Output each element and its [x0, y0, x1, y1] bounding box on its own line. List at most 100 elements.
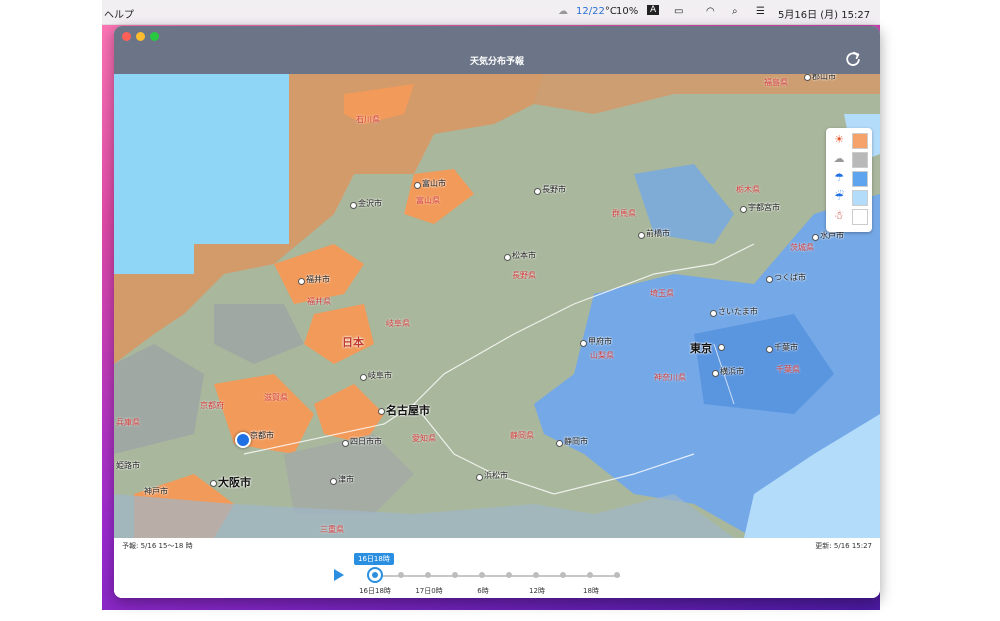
city-marker	[710, 310, 717, 317]
pref-label: 岐阜県	[386, 319, 410, 328]
battery-icon[interactable]: ▭	[674, 6, 683, 17]
timeline-label: 16日18時	[359, 587, 391, 595]
city-label: 金沢市	[358, 199, 382, 208]
city-marker	[718, 344, 725, 351]
timeline-step[interactable]	[479, 572, 485, 578]
legend-row-cloudy: ☁	[830, 150, 870, 168]
clock[interactable]: 5月16日 (月) 15:27	[778, 6, 870, 21]
timeline-step[interactable]	[533, 572, 539, 578]
play-button[interactable]	[334, 569, 344, 581]
help-menu[interactable]: ヘルプ	[104, 6, 134, 21]
legend-row-snow: ☃	[830, 207, 870, 225]
city-label: 宇都宮市	[748, 203, 780, 212]
city-marker	[766, 346, 773, 353]
city-label: さいたま市	[718, 307, 758, 316]
snowman-icon: ☃	[834, 209, 844, 222]
city-label: 福井市	[306, 275, 330, 284]
city-marker	[378, 408, 385, 415]
pref-label: 三重県	[320, 525, 344, 534]
pref-label: 埼玉県	[650, 289, 674, 298]
city-label: 四日市市	[350, 437, 382, 446]
input-mode-indicator[interactable]: A	[647, 5, 660, 15]
current-time-bubble: 16日18時	[354, 553, 394, 565]
forecast-period: 予報: 5/16 15〜18 時	[122, 542, 193, 550]
timeline-step[interactable]	[614, 572, 620, 578]
pref-label: 福井県	[307, 297, 331, 306]
city-marker	[712, 370, 719, 377]
pref-label: 滋賀県	[264, 393, 288, 402]
close-window-button[interactable]	[122, 32, 131, 41]
city-marker	[350, 202, 357, 209]
map-canvas	[114, 74, 880, 538]
pref-label: 京都府	[200, 401, 224, 410]
city-marker	[812, 234, 819, 241]
legend-swatch	[852, 152, 868, 168]
city-label: 姫路市	[116, 461, 140, 470]
control-center-icon[interactable]: ☰	[756, 6, 765, 17]
weather-legend: ☀ ☁ ☂ ☔ ☃	[826, 128, 872, 232]
city-marker	[556, 440, 563, 447]
city-marker	[740, 206, 747, 213]
timeline-step[interactable]	[398, 572, 404, 578]
city-label: 岐阜市	[368, 371, 392, 380]
pref-label: 兵庫県	[116, 418, 140, 427]
title-bar: 天気分布予報	[114, 26, 880, 74]
pref-label: 富山県	[416, 196, 440, 205]
weather-map[interactable]: 福島県 石川県 富山県 栃木県 群馬県 茨城県 福井県 長野県 埼玉県 岐阜県 …	[114, 74, 880, 538]
pref-label: 石川県	[356, 115, 380, 124]
updated-time: 更新: 5/16 15:27	[815, 542, 872, 550]
city-marker	[804, 74, 811, 81]
city-marker	[330, 478, 337, 485]
timeline-track[interactable]	[374, 575, 620, 577]
app-window: 天気分布予報 福島県 石川県 富山県 栃木県 群馬県 茨城県 福井県 長野県 埼…	[114, 26, 880, 598]
pref-label: 神奈川県	[654, 373, 686, 382]
timeline-step[interactable]	[425, 572, 431, 578]
pref-label: 静岡県	[510, 431, 534, 440]
timeline-panel: 予報: 5/16 15〜18 時 更新: 5/16 15:27 16日18時 1…	[114, 538, 880, 598]
city-marker	[360, 374, 367, 381]
timeline-step[interactable]	[560, 572, 566, 578]
timeline-step[interactable]	[506, 572, 512, 578]
refresh-icon[interactable]	[844, 50, 862, 68]
search-icon[interactable]: ⌕	[732, 6, 738, 17]
city-label: 長野市	[542, 185, 566, 194]
city-marker	[210, 480, 217, 487]
big-city-label: 大阪市	[218, 476, 251, 489]
pref-label: 栃木県	[736, 185, 760, 194]
timeline-step[interactable]	[452, 572, 458, 578]
pref-label: 愛知県	[412, 434, 436, 443]
pref-label: 群馬県	[612, 209, 636, 218]
city-marker	[638, 232, 645, 239]
window-title: 天気分布予報	[469, 57, 524, 67]
legend-swatch	[852, 190, 868, 206]
zoom-window-button[interactable]	[150, 32, 159, 41]
pref-label: 千葉県	[776, 365, 800, 374]
menu-bar: ヘルプ ☁ 12/22°C 10% A ▭ ◠ ⌕ ☰ 5月16日 (月) 15…	[102, 0, 880, 25]
city-label: 浜松市	[484, 471, 508, 480]
timeline-step[interactable]	[587, 572, 593, 578]
city-label: つくば市	[774, 273, 806, 282]
wifi-icon[interactable]: ◠	[706, 6, 715, 17]
legend-row-light-rain: ☔	[830, 188, 870, 206]
legend-swatch	[852, 171, 868, 187]
pref-label: 福島県	[764, 78, 788, 87]
weather-readout[interactable]: 12/22°C	[576, 6, 617, 17]
legend-row-sunny: ☀	[830, 131, 870, 149]
city-label: 甲府市	[588, 337, 612, 346]
legend-swatch	[852, 209, 868, 225]
weather-lo-hi: 12/22	[576, 6, 605, 17]
city-label: 横浜市	[720, 367, 744, 376]
humidity-readout[interactable]: 10%	[616, 6, 638, 17]
city-marker	[580, 340, 587, 347]
city-marker	[766, 276, 773, 283]
minimize-window-button[interactable]	[136, 32, 145, 41]
weather-cloud-icon: ☁	[558, 6, 568, 17]
city-label: 静岡市	[564, 437, 588, 446]
city-marker	[504, 254, 511, 261]
timeline-label: 12時	[529, 587, 545, 595]
pref-label: 長野県	[512, 271, 536, 280]
current-location-marker[interactable]	[235, 432, 251, 448]
timeline-knob[interactable]	[367, 567, 383, 583]
city-label: 富山市	[422, 179, 446, 188]
legend-swatch	[852, 133, 868, 149]
